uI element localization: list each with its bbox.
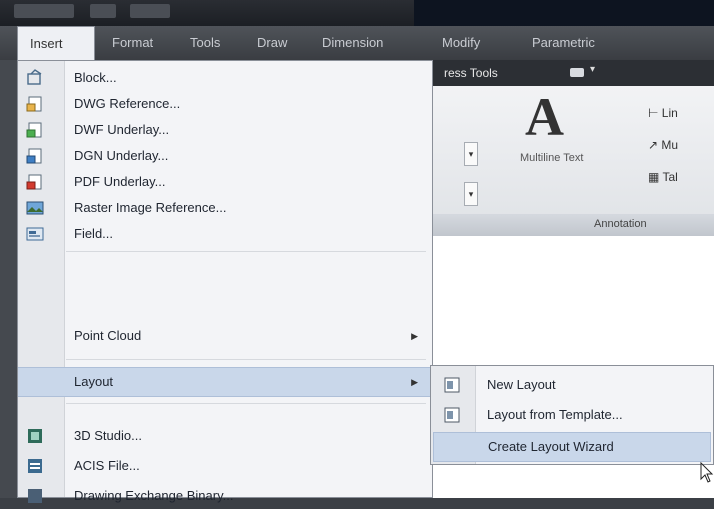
menu-item-label: PDF Underlay... — [74, 174, 166, 189]
menu-separator — [66, 251, 426, 252]
linear-label: Lin — [661, 106, 678, 120]
menu-item-acis-file[interactable]: ACIS File... — [18, 453, 432, 479]
acis-file-icon — [28, 459, 42, 473]
menu-item-dwg-reference[interactable]: DWG Reference... — [18, 91, 432, 117]
menu-item-dgn-underlay[interactable]: DGN Underlay... — [18, 143, 432, 169]
raster-image-icon — [26, 201, 44, 215]
dropdown-arrow[interactable]: ▾ — [464, 142, 478, 166]
insert-menu-dropdown: Block... DWG Reference... DWF Underlay..… — [17, 60, 433, 503]
linear-dimension-button[interactable]: ⊢ Lin — [648, 106, 678, 120]
menu-dimension[interactable]: Dimension — [310, 26, 395, 60]
table-button[interactable]: ▦ Tal — [648, 170, 678, 184]
menu-item-3d-studio[interactable]: 3D Studio... — [18, 423, 432, 449]
dropdown-arrow[interactable]: ▾ — [464, 182, 478, 206]
menu-modify[interactable]: Modify — [430, 26, 492, 60]
menu-item-label: Point Cloud — [74, 328, 142, 343]
submenu-item-new-layout[interactable]: New Layout — [431, 370, 713, 400]
menu-item-label: DGN Underlay... — [74, 148, 169, 163]
menu-item-label: Layout — [74, 374, 114, 389]
qat-button[interactable] — [130, 4, 170, 18]
table-label: Tal — [662, 170, 678, 184]
menu-item-label: Block... — [74, 70, 117, 85]
menu-separator — [66, 403, 426, 404]
layout-template-icon — [444, 407, 460, 423]
mouse-pointer-icon — [700, 462, 714, 483]
dgn-underlay-icon — [26, 148, 42, 164]
annotation-label: Annotation — [594, 218, 647, 230]
multileader-button[interactable]: ↗ Mu — [648, 138, 678, 152]
ribbon-panel: ▾ ▾ A Multiline Text ⊢ Lin ↗ Mu ▦ Tal An… — [430, 86, 714, 237]
menu-item-block[interactable]: Block... — [18, 65, 432, 91]
multileader-label: Mu — [661, 138, 679, 152]
menu-item-field[interactable]: Field... — [18, 221, 432, 247]
menu-item-label: 3D Studio... — [74, 428, 142, 443]
dwf-underlay-icon — [26, 122, 42, 138]
menu-item-label: Raster Image Reference... — [74, 200, 227, 215]
ribbon-tab-bar: ress Tools ▾ — [430, 60, 714, 86]
menu-item-label: DWG Reference... — [74, 96, 181, 111]
menu-item-dwf-underlay[interactable]: DWF Underlay... — [18, 117, 432, 143]
menu-item-layout[interactable]: Layout ▶ — [18, 367, 432, 397]
submenu-arrow-icon: ▶ — [411, 377, 418, 387]
qat-button[interactable] — [90, 4, 116, 18]
menu-item-label: Drawing Exchange Binary... — [74, 488, 234, 503]
new-layout-icon — [444, 377, 460, 393]
chevron-down-icon[interactable]: ▾ — [590, 64, 595, 75]
menu-bar: Insert Format Tools Draw Dimension Modif… — [0, 26, 714, 61]
menu-item-raster-image[interactable]: Raster Image Reference... — [18, 195, 432, 221]
menu-separator — [66, 359, 426, 360]
menu-item-drawing-exchange-binary[interactable]: Drawing Exchange Binary... — [18, 483, 432, 509]
pdf-underlay-icon — [26, 174, 42, 190]
menu-tools[interactable]: Tools — [178, 26, 232, 60]
menu-insert[interactable]: Insert — [17, 26, 95, 61]
ribbon-minimize-icon[interactable] — [570, 68, 584, 77]
annotation-panel-title[interactable]: Annotation — [430, 214, 714, 236]
dwg-reference-icon — [26, 96, 42, 112]
submenu-item-create-layout-wizard[interactable]: Create Layout Wizard — [433, 432, 711, 462]
layout-submenu: New Layout Layout from Template... Creat… — [430, 365, 714, 465]
multiline-text-label[interactable]: Multiline Text — [520, 152, 583, 164]
submenu-item-label: Create Layout Wizard — [488, 439, 614, 454]
submenu-arrow-icon: ▶ — [411, 331, 418, 341]
quick-access-toolbar[interactable] — [14, 4, 74, 18]
submenu-item-label: New Layout — [487, 377, 556, 392]
menu-item-point-cloud[interactable]: Point Cloud ▶ — [18, 323, 432, 349]
ribbon-tab-express-tools[interactable]: ress Tools — [444, 60, 498, 86]
block-icon — [27, 69, 42, 85]
menu-parametric[interactable]: Parametric — [520, 26, 607, 60]
submenu-item-label: Layout from Template... — [487, 407, 623, 422]
menu-draw[interactable]: Draw — [245, 26, 299, 60]
dxb-icon — [28, 489, 42, 503]
menu-item-label: DWF Underlay... — [74, 122, 170, 137]
menu-item-pdf-underlay[interactable]: PDF Underlay... — [18, 169, 432, 195]
menu-format[interactable]: Format — [100, 26, 165, 60]
title-bar — [0, 0, 714, 26]
menu-item-label: ACIS File... — [74, 458, 140, 473]
menu-item-label: Field... — [74, 226, 114, 241]
submenu-item-layout-from-template[interactable]: Layout from Template... — [431, 400, 713, 430]
field-icon — [26, 227, 44, 241]
3d-studio-icon — [28, 429, 42, 443]
title-area — [414, 0, 714, 26]
multiline-text-icon[interactable]: A — [525, 86, 564, 148]
